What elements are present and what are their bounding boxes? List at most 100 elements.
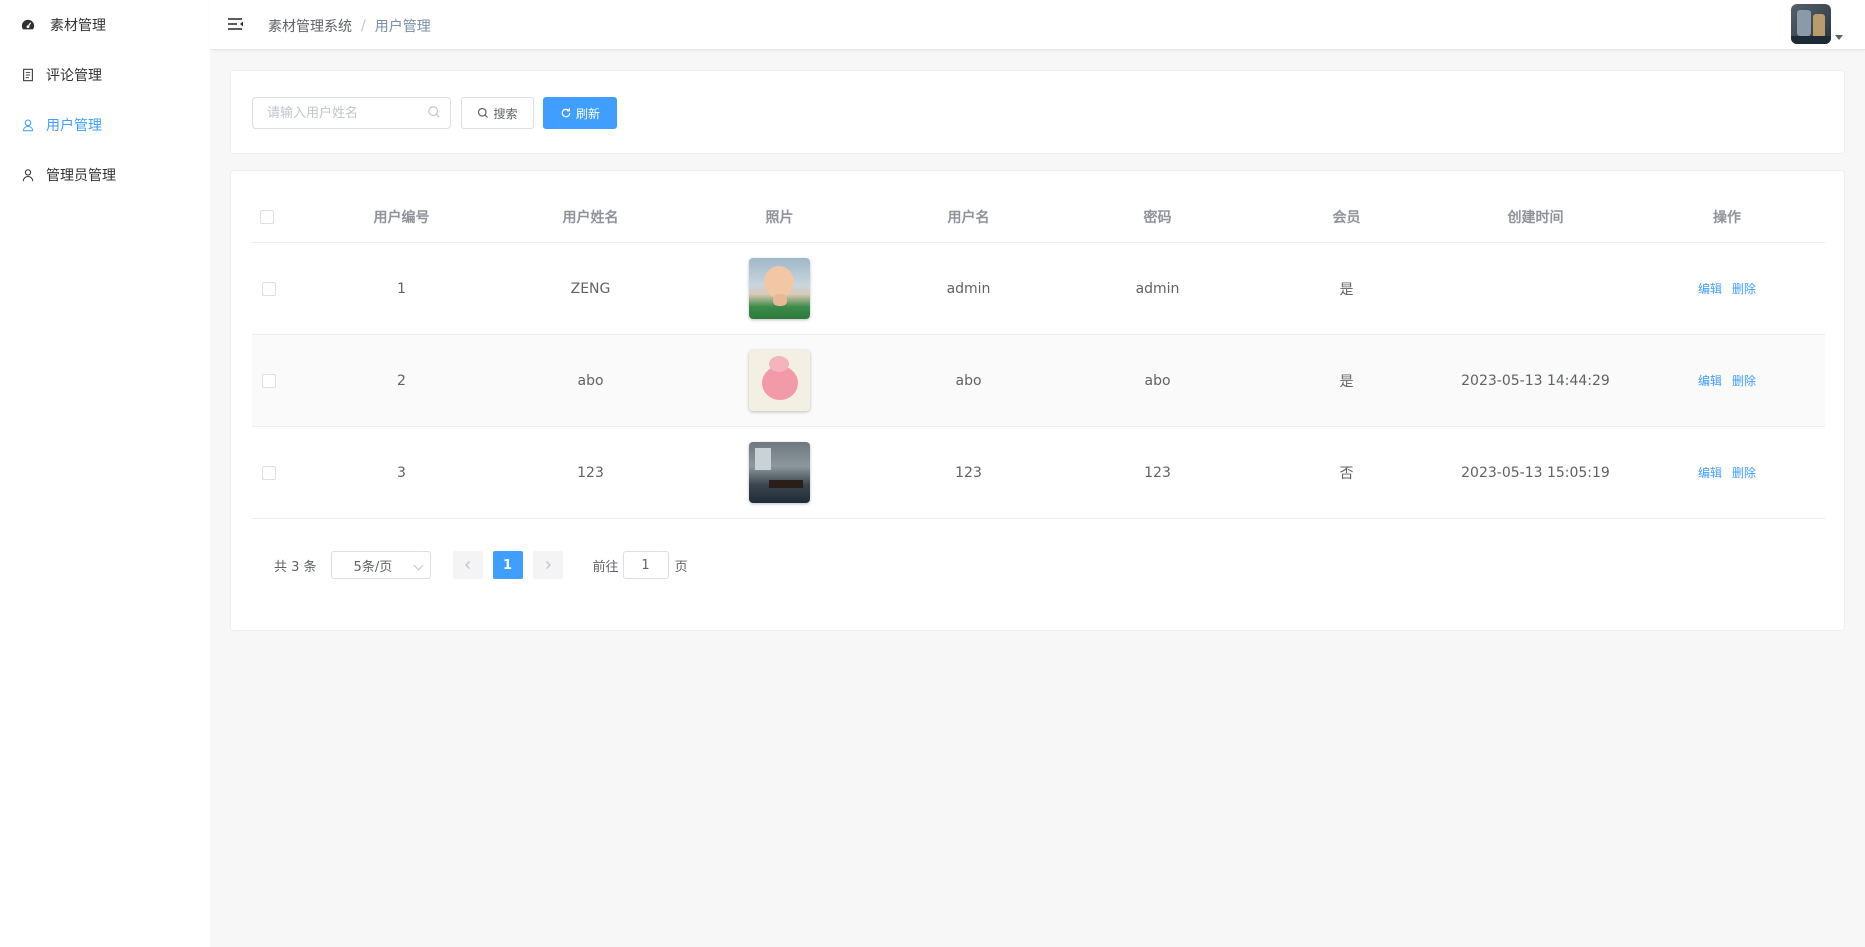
cell-name: abo xyxy=(577,372,604,389)
breadcrumb: 素材管理系统 / 用户管理 xyxy=(268,16,431,36)
cell-username: 123 xyxy=(955,464,982,481)
sidebar-item-label: 用户管理 xyxy=(46,118,102,134)
chevron-down-icon xyxy=(413,560,423,571)
search-button-label: 搜索 xyxy=(493,106,518,121)
header-cell: 照片 xyxy=(765,209,794,226)
cell-actions: 编辑 删除 xyxy=(1630,427,1824,518)
user-photo[interactable] xyxy=(749,442,810,503)
cell-id: 3 xyxy=(397,464,406,481)
cell-username: admin xyxy=(946,280,991,297)
pagination-total: 共 3 条 xyxy=(274,559,317,575)
sidebar-item-comments[interactable]: 评论管理 xyxy=(0,50,210,100)
person-icon xyxy=(20,167,36,183)
sidebar-logo[interactable]: 素材管理 xyxy=(0,0,210,50)
dashboard-icon xyxy=(20,17,36,33)
cell-password: admin xyxy=(1135,280,1180,297)
refresh-button-label: 刷新 xyxy=(575,106,600,121)
delete-button[interactable]: 删除 xyxy=(1732,464,1756,481)
page-size-select[interactable]: 5条/页 xyxy=(330,551,431,579)
header-cell: 用户姓名 xyxy=(562,209,619,226)
search-icon xyxy=(427,105,443,121)
refresh-icon xyxy=(561,108,571,118)
search-icon xyxy=(478,107,489,118)
cell-photo xyxy=(685,335,874,426)
menu-fold-icon[interactable] xyxy=(226,15,246,35)
search-input[interactable] xyxy=(252,97,451,129)
document-icon xyxy=(20,67,36,83)
table-row: 3 123 123 123 否 2023-05-13 15:05:19 编辑 删… xyxy=(252,427,1825,519)
cell-actions: 编辑 删除 xyxy=(1630,335,1824,426)
edit-button[interactable]: 编辑 xyxy=(1698,464,1722,481)
goto-prefix: 前往 xyxy=(592,559,619,575)
cell-created: 2023-05-13 15:05:19 xyxy=(1461,464,1610,481)
goto-page-input[interactable] xyxy=(622,551,669,579)
user-table: 用户编号 用户姓名 照片 用户名 密码 会员 创建时间 操作 1 ZENG ad… xyxy=(252,191,1825,519)
sidebar-item-label: 评论管理 xyxy=(46,68,102,84)
cell-username: abo xyxy=(955,372,982,389)
row-checkbox[interactable] xyxy=(262,373,276,388)
header-cell: 用户名 xyxy=(947,209,990,226)
edit-button[interactable]: 编辑 xyxy=(1698,280,1722,297)
table-header: 用户编号 用户姓名 照片 用户名 密码 会员 创建时间 操作 xyxy=(252,191,1825,243)
cell-name: ZENG xyxy=(570,280,611,297)
sidebar: 素材管理 评论管理 用户管理 管理员管理 xyxy=(0,0,210,947)
sidebar-item-users[interactable]: 用户管理 xyxy=(0,100,210,150)
table-row: 1 ZENG admin admin 是 编辑 删除 xyxy=(252,243,1825,335)
table-row: 2 abo abo abo 是 2023-05-13 14:44:29 编辑 删… xyxy=(252,335,1825,427)
breadcrumb-home[interactable]: 素材管理系统 xyxy=(268,16,352,36)
header-check-cell xyxy=(252,191,307,242)
row-check-cell xyxy=(252,427,307,518)
delete-button[interactable]: 删除 xyxy=(1732,372,1756,389)
select-all-checkbox[interactable] xyxy=(260,209,274,224)
cell-member: 否 xyxy=(1339,465,1354,482)
breadcrumb-current: 用户管理 xyxy=(374,19,431,35)
user-photo[interactable] xyxy=(749,350,810,411)
row-checkbox[interactable] xyxy=(262,281,276,296)
user-icon xyxy=(20,117,36,133)
cell-id: 1 xyxy=(397,280,406,297)
edit-button[interactable]: 编辑 xyxy=(1698,372,1722,389)
cell-password: abo xyxy=(1144,372,1171,389)
cell-name: 123 xyxy=(577,464,604,481)
row-checkbox[interactable] xyxy=(262,465,276,480)
cell-photo xyxy=(685,243,874,334)
next-page-button[interactable] xyxy=(532,551,563,579)
search-card: 搜索 刷新 xyxy=(230,70,1845,154)
header-cell: 操作 xyxy=(1713,209,1741,226)
user-photo[interactable] xyxy=(749,258,810,319)
header-cell: 密码 xyxy=(1143,209,1172,226)
cell-member: 是 xyxy=(1339,373,1354,390)
cell-created: 2023-05-13 14:44:29 xyxy=(1461,372,1610,389)
chevron-left-icon xyxy=(464,561,470,569)
header-cell: 会员 xyxy=(1332,209,1361,226)
cell-id: 2 xyxy=(397,372,406,389)
header-cell: 创建时间 xyxy=(1507,209,1564,226)
sidebar-logo-label: 素材管理 xyxy=(50,18,106,34)
caret-down-icon xyxy=(1835,35,1843,40)
user-dropdown[interactable] xyxy=(1791,4,1843,44)
table-card: 用户编号 用户姓名 照片 用户名 密码 会员 创建时间 操作 1 ZENG ad… xyxy=(230,170,1845,631)
row-check-cell xyxy=(252,243,307,334)
sidebar-item-label: 管理员管理 xyxy=(46,168,116,184)
cell-created xyxy=(1441,243,1630,334)
goto-suffix: 页 xyxy=(674,559,688,575)
row-check-cell xyxy=(252,335,307,426)
prev-page-button[interactable] xyxy=(452,551,483,579)
chevron-right-icon xyxy=(545,561,551,569)
avatar[interactable] xyxy=(1791,4,1831,44)
pagination: 共 3 条 5条/页 1 前往 页 xyxy=(274,551,688,579)
header: 素材管理系统 / 用户管理 xyxy=(210,0,1865,50)
header-cell: 用户编号 xyxy=(373,209,430,226)
cell-member: 是 xyxy=(1339,281,1354,298)
page-number-current[interactable]: 1 xyxy=(492,551,523,579)
cell-photo xyxy=(685,427,874,518)
breadcrumb-separator: / xyxy=(361,18,366,34)
refresh-button[interactable]: 刷新 xyxy=(543,97,617,129)
sidebar-item-admins[interactable]: 管理员管理 xyxy=(0,150,210,200)
cell-password: 123 xyxy=(1144,464,1171,481)
page-size-value: 5条/页 xyxy=(353,559,393,575)
search-button[interactable]: 搜索 xyxy=(461,97,534,129)
cell-actions: 编辑 删除 xyxy=(1630,243,1824,334)
delete-button[interactable]: 删除 xyxy=(1732,280,1756,297)
page-jumper: 前往 页 xyxy=(593,551,688,579)
